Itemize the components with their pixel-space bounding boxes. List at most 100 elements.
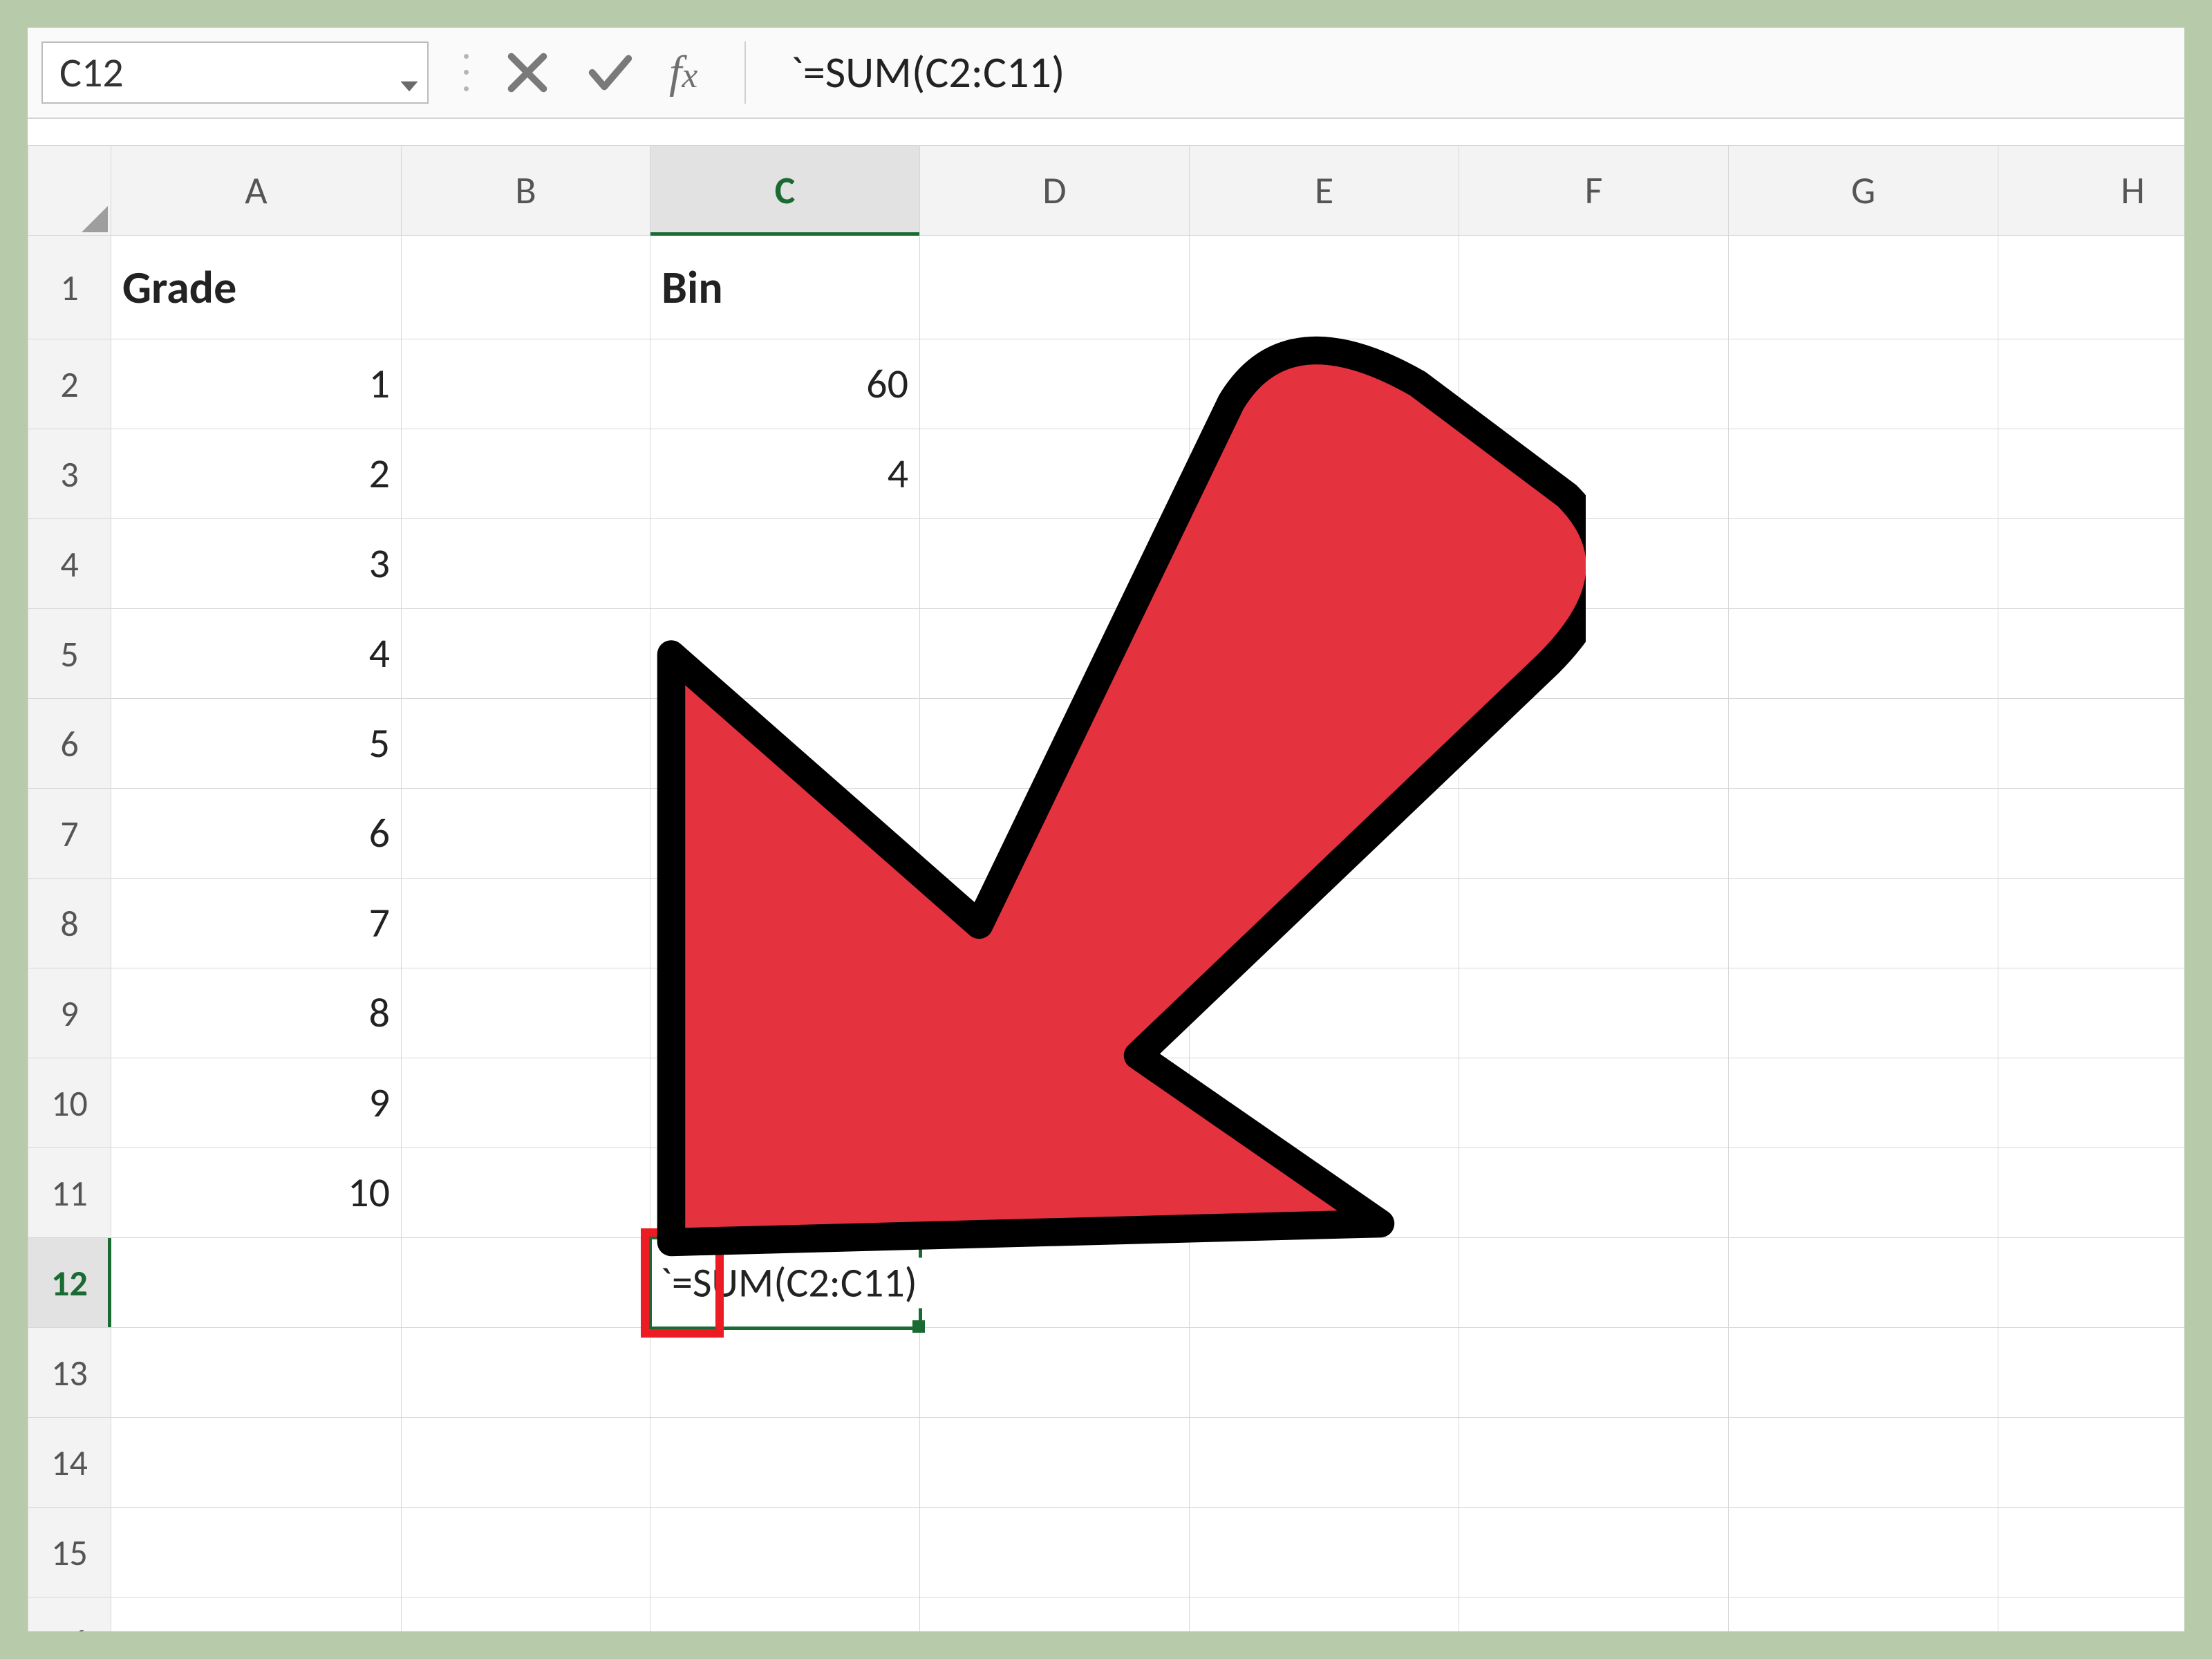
cell-G1[interactable] <box>1729 236 1998 339</box>
cell-E1[interactable] <box>1190 236 1459 339</box>
row-header-15[interactable]: 15 <box>28 1508 111 1597</box>
cell-H4[interactable] <box>1998 519 2185 609</box>
cell-A7[interactable]: 6 <box>111 789 402 879</box>
cell-D16[interactable] <box>920 1597 1190 1632</box>
cell-B12[interactable] <box>402 1238 650 1328</box>
row-header-2[interactable]: 2 <box>28 339 111 429</box>
row-header-13[interactable]: 13 <box>28 1328 111 1418</box>
insert-function-icon[interactable]: fx <box>669 46 697 99</box>
cell-C15[interactable] <box>650 1508 920 1597</box>
cell-F7[interactable] <box>1459 789 1729 879</box>
cell-F16[interactable] <box>1459 1597 1729 1632</box>
cell-F15[interactable] <box>1459 1508 1729 1597</box>
cell-H2[interactable] <box>1998 339 2185 429</box>
cell-A1[interactable]: Grade <box>111 236 402 339</box>
cell-E4[interactable] <box>1190 519 1459 609</box>
cell-H12[interactable] <box>1998 1238 2185 1328</box>
cell-A12[interactable] <box>111 1238 402 1328</box>
cell-B3[interactable] <box>402 429 650 519</box>
cell-C3[interactable]: 4 <box>650 429 920 519</box>
cell-B15[interactable] <box>402 1508 650 1597</box>
cell-B14[interactable] <box>402 1418 650 1508</box>
column-header-A[interactable]: A <box>111 146 402 236</box>
row-header-14[interactable]: 14 <box>28 1418 111 1508</box>
spreadsheet-grid[interactable]: ABCDEFGH 1GradeBin2160324435465768798109… <box>28 145 2184 1631</box>
column-header-B[interactable]: B <box>402 146 650 236</box>
cell-E7[interactable] <box>1190 789 1459 879</box>
cell-B9[interactable] <box>402 968 650 1058</box>
row-header-12[interactable]: 12 <box>28 1238 111 1328</box>
cell-G11[interactable] <box>1729 1148 1998 1238</box>
cancel-icon[interactable] <box>503 48 552 97</box>
cell-C5[interactable] <box>650 609 920 699</box>
cell-G8[interactable] <box>1729 879 1998 968</box>
cell-F10[interactable] <box>1459 1058 1729 1148</box>
cell-A10[interactable]: 9 <box>111 1058 402 1148</box>
cell-F12[interactable] <box>1459 1238 1729 1328</box>
cell-D1[interactable] <box>920 236 1190 339</box>
cell-C8[interactable] <box>650 879 920 968</box>
cell-C11[interactable]: 10 <box>650 1148 920 1238</box>
cell-B2[interactable] <box>402 339 650 429</box>
cell-B8[interactable] <box>402 879 650 968</box>
cell-C13[interactable] <box>650 1328 920 1418</box>
cell-G5[interactable] <box>1729 609 1998 699</box>
cell-B5[interactable] <box>402 609 650 699</box>
cell-E10[interactable] <box>1190 1058 1459 1148</box>
cell-A15[interactable] <box>111 1508 402 1597</box>
cell-A4[interactable]: 3 <box>111 519 402 609</box>
cell-G12[interactable] <box>1729 1238 1998 1328</box>
cell-D9[interactable] <box>920 968 1190 1058</box>
cell-F4[interactable] <box>1459 519 1729 609</box>
cell-H14[interactable] <box>1998 1418 2185 1508</box>
cell-C6[interactable] <box>650 699 920 789</box>
enter-icon[interactable] <box>586 48 635 97</box>
cell-D10[interactable] <box>920 1058 1190 1148</box>
cell-D3[interactable] <box>920 429 1190 519</box>
cell-H5[interactable] <box>1998 609 2185 699</box>
cell-C1[interactable]: Bin <box>650 236 920 339</box>
cell-E16[interactable] <box>1190 1597 1459 1632</box>
row-header-3[interactable]: 3 <box>28 429 111 519</box>
cell-A6[interactable]: 5 <box>111 699 402 789</box>
select-all-corner[interactable] <box>28 146 111 236</box>
row-header-4[interactable]: 4 <box>28 519 111 609</box>
row-header-10[interactable]: 10 <box>28 1058 111 1148</box>
cell-G3[interactable] <box>1729 429 1998 519</box>
cell-H11[interactable] <box>1998 1148 2185 1238</box>
cell-F11[interactable] <box>1459 1148 1729 1238</box>
row-header-16[interactable]: 16 <box>28 1597 111 1632</box>
cell-E11[interactable] <box>1190 1148 1459 1238</box>
cell-F14[interactable] <box>1459 1418 1729 1508</box>
cell-E8[interactable] <box>1190 879 1459 968</box>
cell-C12[interactable] <box>650 1238 920 1328</box>
column-header-H[interactable]: H <box>1998 146 2185 236</box>
cell-B11[interactable] <box>402 1148 650 1238</box>
row-header-5[interactable]: 5 <box>28 609 111 699</box>
cell-D15[interactable] <box>920 1508 1190 1597</box>
cell-E14[interactable] <box>1190 1418 1459 1508</box>
cell-F2[interactable] <box>1459 339 1729 429</box>
cell-E6[interactable] <box>1190 699 1459 789</box>
cell-D5[interactable] <box>920 609 1190 699</box>
cell-H7[interactable] <box>1998 789 2185 879</box>
column-header-C[interactable]: C <box>650 146 920 236</box>
cell-A16[interactable] <box>111 1597 402 1632</box>
name-box-dropdown-icon[interactable] <box>397 60 422 85</box>
cell-H1[interactable] <box>1998 236 2185 339</box>
cell-G4[interactable] <box>1729 519 1998 609</box>
column-header-E[interactable]: E <box>1190 146 1459 236</box>
cell-D6[interactable] <box>920 699 1190 789</box>
cell-E13[interactable] <box>1190 1328 1459 1418</box>
column-header-F[interactable]: F <box>1459 146 1729 236</box>
cell-A11[interactable]: 10 <box>111 1148 402 1238</box>
cell-B10[interactable] <box>402 1058 650 1148</box>
cell-A13[interactable] <box>111 1328 402 1418</box>
cell-G6[interactable] <box>1729 699 1998 789</box>
name-box[interactable]: C12 <box>41 41 429 104</box>
cell-H10[interactable] <box>1998 1058 2185 1148</box>
cell-B1[interactable] <box>402 236 650 339</box>
cell-G7[interactable] <box>1729 789 1998 879</box>
cell-F5[interactable] <box>1459 609 1729 699</box>
cell-D14[interactable] <box>920 1418 1190 1508</box>
